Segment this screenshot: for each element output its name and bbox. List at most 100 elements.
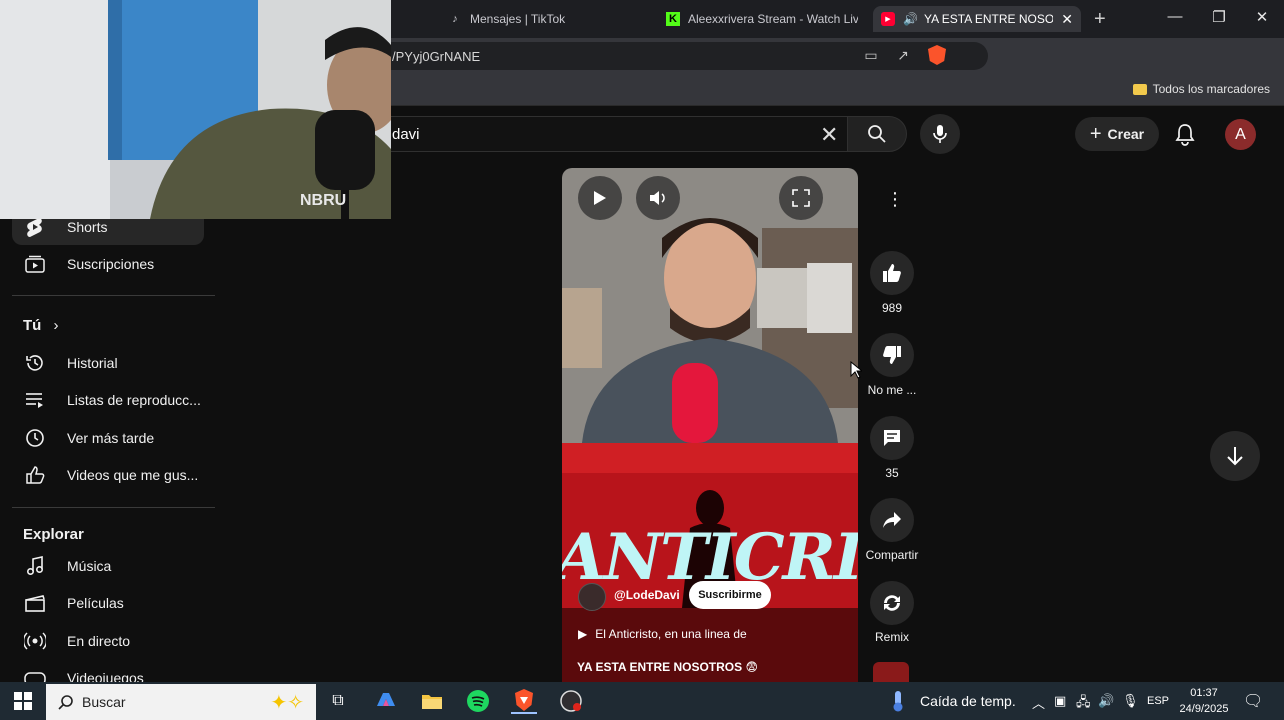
sidebar-item-subscriptions[interactable]: Suscripciones — [0, 246, 204, 282]
weather-text[interactable]: Caída de temp. — [920, 693, 1016, 709]
play-button[interactable] — [578, 176, 622, 220]
close-window-button[interactable]: ✕ — [1247, 8, 1277, 26]
you-heading-text: Tú — [23, 317, 42, 334]
close-tab-icon[interactable]: ✕ — [1061, 11, 1073, 28]
subscribe-button[interactable]: Suscribirme — [689, 581, 771, 609]
channel-name[interactable]: @LodeDavi — [614, 588, 680, 602]
folder-icon — [422, 695, 442, 709]
new-tab-button[interactable]: + — [1094, 8, 1106, 31]
tiktok-icon: ♪ — [452, 13, 458, 25]
task-view-button[interactable]: ⧉ — [325, 688, 351, 714]
meet-now-icon[interactable]: ▣ — [1054, 693, 1066, 709]
search-highlight-icon: ✦✧ — [270, 692, 304, 714]
search-query: davi — [392, 126, 420, 143]
sidebar-label: En directo — [67, 633, 131, 649]
mute-button[interactable] — [636, 176, 680, 220]
comment-icon — [884, 430, 900, 446]
notifications-icon[interactable]: 🗨 — [1243, 691, 1263, 711]
clear-search-icon[interactable]: ✕ — [820, 122, 838, 148]
windows-logo-icon — [14, 692, 32, 710]
channel-avatar[interactable] — [578, 583, 606, 611]
sidebar-item-live[interactable]: En directo — [0, 623, 204, 659]
obs-button[interactable] — [558, 688, 584, 714]
search-button[interactable] — [847, 116, 907, 152]
remix-button[interactable] — [870, 581, 914, 625]
system-clock[interactable]: 01:37 24/9/2025 — [1172, 685, 1236, 717]
like-button[interactable] — [870, 251, 914, 295]
sidebar-label: Suscripciones — [67, 256, 155, 272]
clock-time: 01:37 — [1190, 687, 1218, 699]
language-indicator[interactable]: ESP — [1147, 695, 1169, 707]
spotify-button[interactable] — [465, 688, 491, 714]
more-vertical-icon: ⋮ — [886, 189, 904, 209]
play-icon — [594, 191, 606, 205]
brave-browser-button[interactable] — [511, 688, 537, 714]
live-broadcast-icon — [24, 630, 46, 652]
taskbar-search-placeholder: Buscar — [82, 694, 126, 710]
plus-icon: + — [1089, 122, 1102, 145]
minimize-button[interactable]: — — [1160, 8, 1190, 25]
share-button[interactable] — [870, 498, 914, 542]
copilot-button[interactable] — [373, 688, 399, 714]
microphone-icon[interactable]: 🎙 — [1122, 693, 1139, 709]
music-note-icon — [24, 555, 46, 577]
share-arrow-icon — [883, 512, 901, 528]
task-view-icon: ⧉ — [332, 692, 344, 709]
start-button[interactable] — [10, 688, 36, 714]
fullscreen-button[interactable] — [779, 176, 823, 220]
more-options-button[interactable]: ⋮ — [873, 177, 917, 221]
chevron-up-icon[interactable]: ︿ — [1032, 693, 1045, 712]
windows-taskbar: Buscar ✦✧ ⧉ Caída de temp. ︿ ▣ 🖧 🔊 🎙 ESP… — [0, 682, 1284, 720]
comments-button[interactable] — [870, 416, 914, 460]
related-video-title: El Anticristo, en una linea de — [595, 627, 747, 641]
sidebar-item-playlists[interactable]: Listas de reproducc... — [0, 382, 204, 418]
url-text: /PYyj0GrNANE — [392, 49, 481, 64]
spotify-icon — [467, 690, 489, 712]
speaker-icon[interactable]: 🔊 — [1098, 693, 1114, 709]
youtube-icon: ▶ — [881, 12, 895, 26]
share-icon[interactable]: ↗ — [894, 46, 912, 64]
file-explorer-button[interactable] — [419, 688, 445, 714]
search-icon — [868, 125, 886, 143]
tab-tiktok[interactable]: ♪ Mensajes | TikTok — [448, 6, 638, 32]
sidebar-item-music[interactable]: Música — [0, 548, 204, 584]
restore-button[interactable]: ❐ — [1204, 8, 1234, 26]
sidebar-item-history[interactable]: Historial — [0, 345, 204, 381]
mouse-cursor-icon — [850, 361, 862, 379]
remix-icon — [884, 595, 900, 611]
arrow-down-icon — [1227, 447, 1243, 466]
sidebar-item-movies[interactable]: Películas — [0, 585, 204, 621]
sidebar-item-liked-videos[interactable]: Videos que me gus... — [0, 457, 204, 493]
folder-icon — [1132, 83, 1147, 95]
create-label: Crear — [1107, 126, 1145, 142]
sidebar-divider — [12, 295, 215, 296]
account-avatar[interactable]: A — [1225, 119, 1256, 150]
related-video-link[interactable]: ▶ El Anticristo, en una linea de — [578, 627, 747, 641]
history-icon — [24, 352, 46, 374]
webcam-image: NBRU — [0, 0, 391, 219]
dislike-button[interactable] — [870, 333, 914, 377]
tab-label: Mensajes | TikTok — [470, 12, 566, 26]
next-short-button[interactable] — [1210, 431, 1260, 481]
gamepad-icon — [24, 667, 46, 682]
tab-youtube-active[interactable]: ▶ 🔊 YA ESTA ENTRE NOSOTRO ✕ — [873, 6, 1081, 32]
taskbar-search[interactable]: Buscar ✦✧ — [46, 684, 316, 720]
svg-text:NBRU: NBRU — [300, 192, 346, 209]
short-title[interactable]: YA ESTA ENTRE NOSOTROS 😨 — [577, 660, 758, 674]
create-button[interactable]: + Crear — [1075, 117, 1159, 151]
sidebar-label: Música — [67, 558, 112, 574]
voice-search-button[interactable] — [920, 114, 960, 154]
share-label: Compartir — [865, 548, 919, 562]
you-section-heading[interactable]: Tú › — [23, 317, 59, 334]
thumbs-up-icon — [883, 264, 901, 282]
sidebar-label: Videos que me gus... — [67, 467, 199, 483]
notifications-button[interactable] — [1172, 122, 1200, 146]
cast-icon[interactable]: ▭ — [862, 46, 880, 64]
address-field[interactable]: /PYyj0GrNANE — [300, 42, 988, 70]
tab-kick[interactable]: K Aleexxrivera Stream - Watch Live o — [666, 6, 858, 32]
sidebar-item-gaming[interactable]: Videojuegos — [0, 660, 204, 682]
sound-thumbnail[interactable] — [873, 662, 909, 682]
all-bookmarks[interactable]: Todos los marcadores — [1132, 82, 1270, 96]
network-icon[interactable]: 🖧 — [1076, 693, 1091, 715]
sidebar-item-watch-later[interactable]: Ver más tarde — [0, 420, 204, 456]
